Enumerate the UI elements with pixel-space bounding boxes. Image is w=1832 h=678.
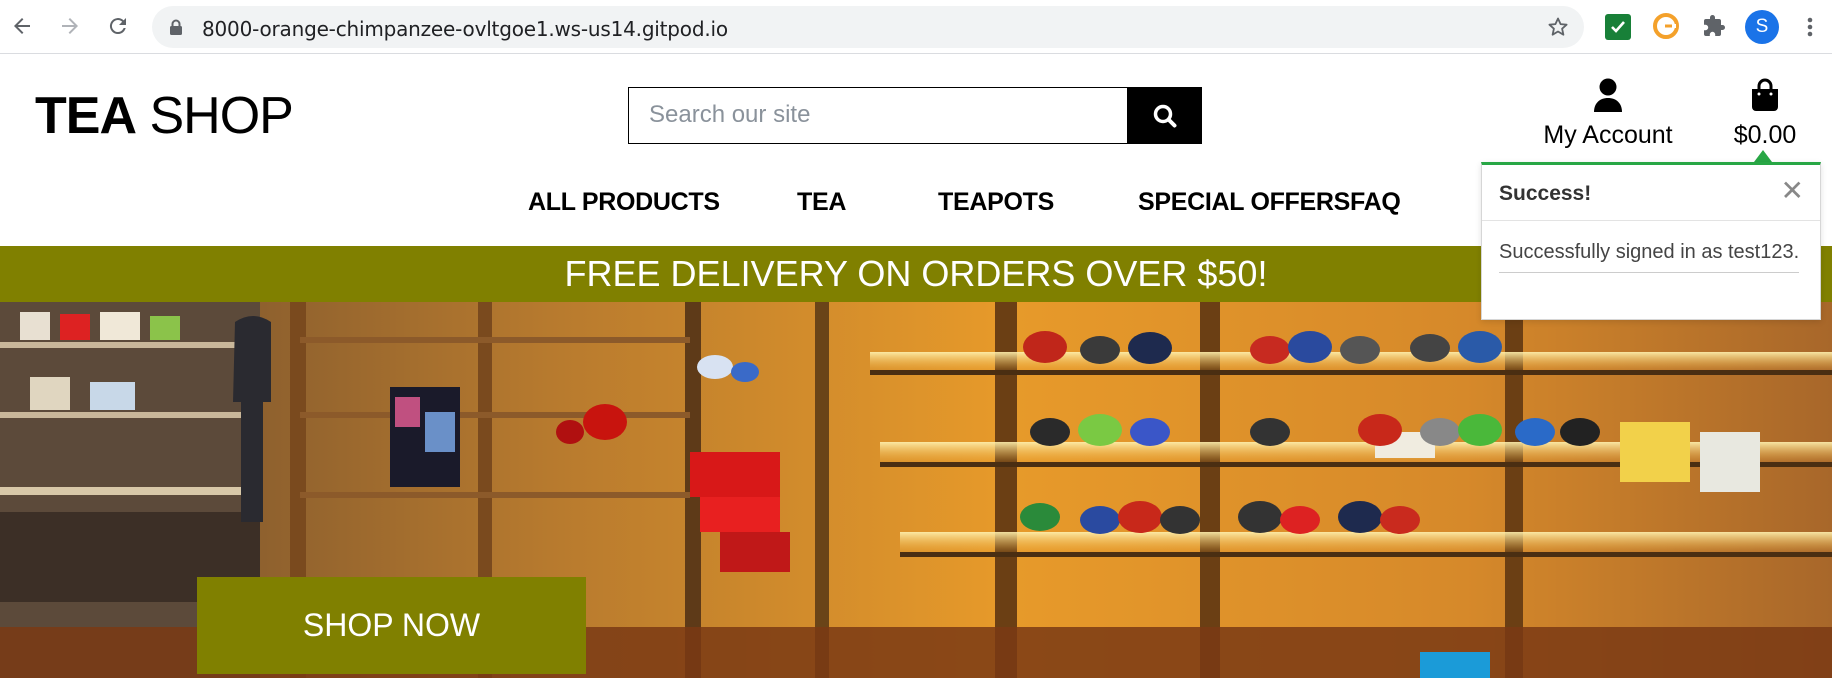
bookmark-star-icon[interactable]: [1546, 15, 1570, 39]
search-form: [628, 87, 1128, 144]
close-icon[interactable]: ✕: [1781, 177, 1804, 205]
address-url: 8000-orange-chimpanzee-ovltgoe1.ws-us14.…: [202, 17, 728, 41]
site-logo[interactable]: TEA SHOP: [35, 87, 294, 145]
arrow-right-icon: [62, 18, 78, 34]
search-icon: [1153, 104, 1176, 127]
logo-light-text: SHOP: [149, 87, 293, 145]
toast-arrow: [1754, 150, 1772, 162]
shopping-bag-icon: [1752, 78, 1778, 111]
nav-tea[interactable]: TEA: [797, 188, 846, 217]
arrow-left-icon: [14, 18, 30, 34]
address-bar[interactable]: 8000-orange-chimpanzee-ovltgoe1.ws-us14.…: [152, 6, 1584, 48]
reload-button[interactable]: [102, 10, 134, 42]
browser-toolbar: 8000-orange-chimpanzee-ovltgoe1.ws-us14.…: [0, 0, 1832, 54]
my-account-label: My Account: [1543, 121, 1673, 149]
nav-all-products[interactable]: ALL PRODUCTS: [528, 188, 720, 217]
user-icon: [1594, 78, 1622, 112]
back-button[interactable]: [6, 10, 38, 42]
search-input[interactable]: [629, 88, 1127, 142]
puzzle-extensions-icon[interactable]: [1700, 12, 1728, 40]
checkmark-extension-icon[interactable]: [1605, 14, 1631, 40]
shopping-bag-link[interactable]: $0.00: [1725, 78, 1805, 150]
success-toast: Success! ✕ Successfully signed in as tes…: [1481, 162, 1821, 320]
forward-button[interactable]: [54, 10, 86, 42]
logo-bold-text: TEA: [35, 87, 137, 145]
toast-header: Success! ✕: [1482, 165, 1820, 221]
shop-now-button[interactable]: SHOP NOW: [197, 577, 586, 674]
grammarly-extension-icon[interactable]: [1652, 12, 1680, 40]
my-account-link[interactable]: My Account: [1538, 78, 1678, 150]
reload-icon: [109, 18, 126, 35]
nav-special-offers[interactable]: SPECIAL OFFERS: [1138, 188, 1350, 217]
lock-icon: [170, 19, 182, 35]
profile-avatar[interactable]: S: [1745, 10, 1779, 44]
toast-title: Success!: [1499, 182, 1592, 205]
nav-faq[interactable]: FAQ: [1350, 188, 1401, 217]
toast-message: Successfully signed in as test123.: [1499, 241, 1800, 273]
more-menu-icon[interactable]: [1800, 12, 1820, 42]
nav-teapots[interactable]: TEAPOTS: [938, 188, 1054, 217]
toast-body: Successfully signed in as test123.: [1482, 221, 1820, 273]
search-button[interactable]: [1127, 87, 1202, 144]
bag-total: $0.00: [1733, 121, 1797, 149]
